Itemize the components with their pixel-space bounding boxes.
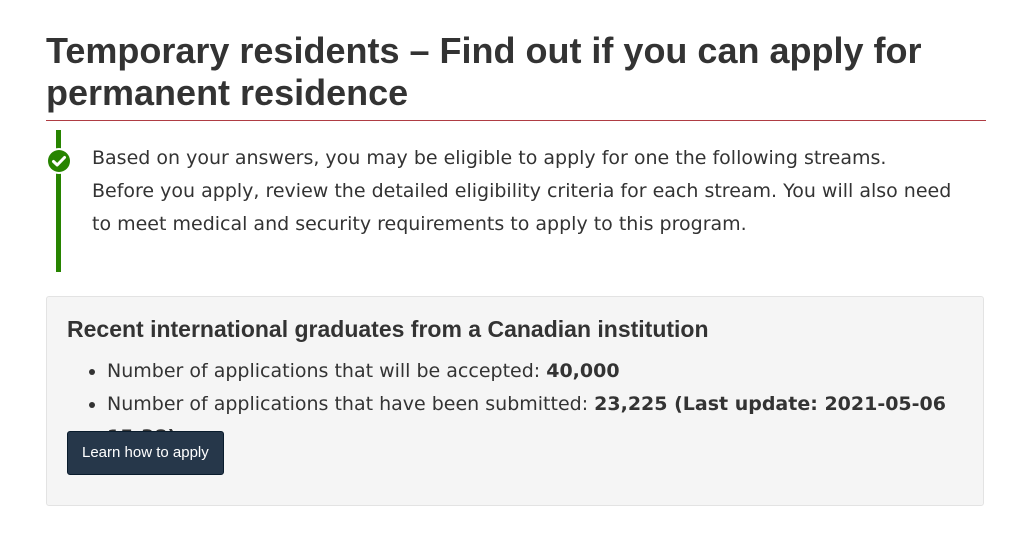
accepted-label: Number of applications that will be acce… (107, 360, 547, 382)
page-title: Temporary residents – Find out if you ca… (46, 30, 922, 113)
list-item: Number of applications that will be acce… (107, 355, 987, 388)
stream-heading: Recent international graduates from a Ca… (67, 316, 709, 342)
list-item: Number of applications that have been su… (107, 388, 987, 454)
stream-panel: Recent international graduates from a Ca… (46, 296, 984, 506)
submitted-label: Number of applications that have been su… (107, 393, 595, 415)
learn-how-to-apply-button[interactable]: Learn how to apply (67, 431, 224, 475)
check-circle-icon (46, 148, 72, 174)
title-divider (46, 120, 986, 121)
page: Temporary residents – Find out if you ca… (0, 0, 1012, 534)
success-alert: Based on your answers, you may be eligib… (46, 130, 966, 272)
alert-body: Based on your answers, you may be eligib… (92, 146, 972, 246)
alert-requirements-text: Before you apply, review the detailed el… (92, 180, 952, 235)
alert-eligibility-text: Based on your answers, you may be eligib… (92, 147, 887, 169)
accepted-value: 40,000 (546, 360, 620, 382)
